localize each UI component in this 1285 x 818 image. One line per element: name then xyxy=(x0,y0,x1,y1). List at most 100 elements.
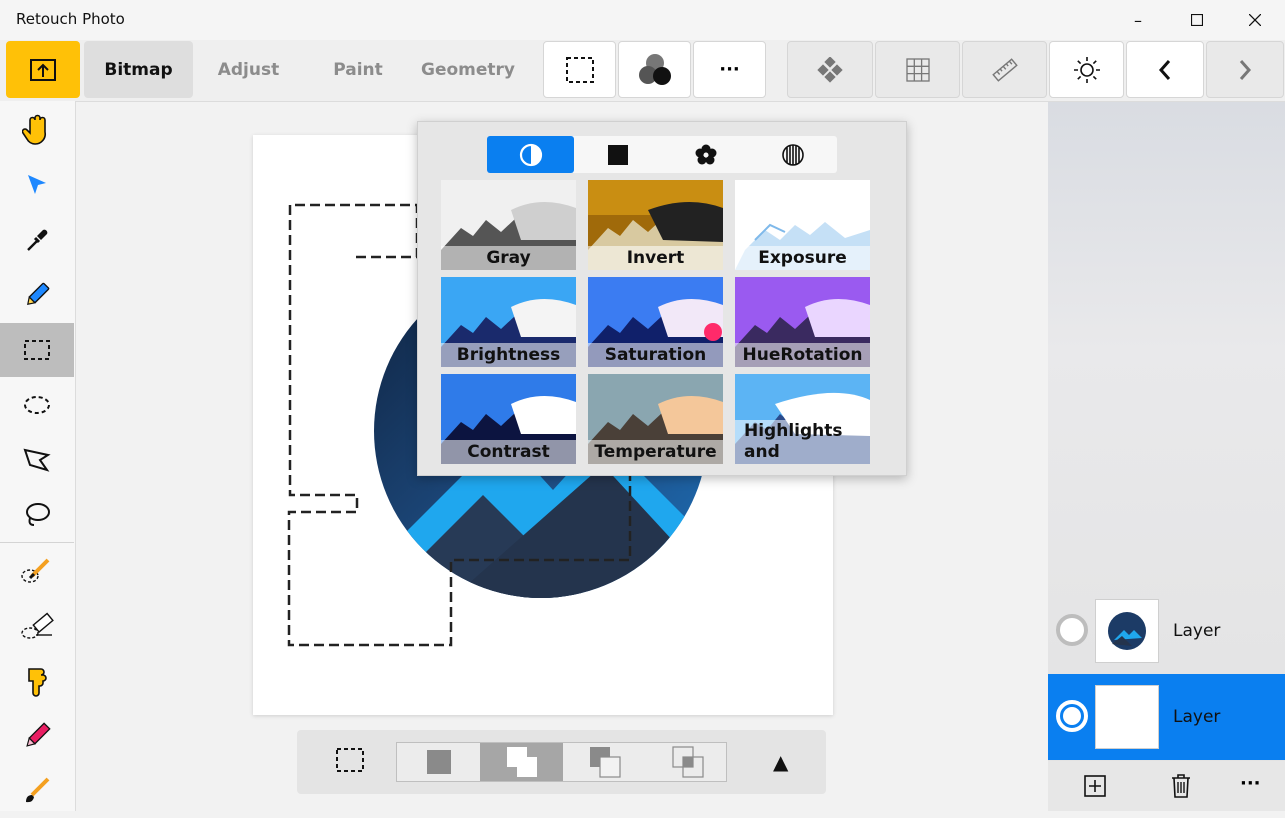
tab-adjust[interactable]: Adjust xyxy=(195,41,302,98)
layer-thumbnail xyxy=(1095,685,1159,749)
mode-new[interactable] xyxy=(397,743,480,781)
selection-brush-icon xyxy=(21,558,50,583)
selection-toggle-button[interactable] xyxy=(335,747,365,777)
ruler-button[interactable] xyxy=(962,41,1047,98)
window-title: Retouch Photo xyxy=(16,10,125,28)
blend-button[interactable] xyxy=(618,41,691,98)
filter-label: Contrast xyxy=(441,440,576,464)
layers-panel: Layer Layer ··· xyxy=(1048,102,1285,811)
pointing-finger-icon xyxy=(28,668,47,697)
filter-huerotation[interactable]: HueRotation xyxy=(735,277,870,367)
layer-name: Layer xyxy=(1173,707,1221,727)
layer-thumbnail xyxy=(1095,599,1159,663)
tab-effect-filters[interactable] xyxy=(662,136,749,173)
tool-select-pointer[interactable] xyxy=(0,158,74,212)
filter-brightness[interactable]: Brightness xyxy=(441,277,576,367)
mode-add[interactable] xyxy=(480,743,563,781)
add-layer-button[interactable] xyxy=(1084,775,1106,801)
tab-adjust-filters[interactable] xyxy=(487,136,574,173)
layer-more-button[interactable]: ··· xyxy=(1240,773,1261,794)
dashed-rect-icon xyxy=(24,340,50,360)
radio-dot xyxy=(1063,707,1081,725)
close-button[interactable] xyxy=(1226,0,1284,40)
filter-label: Saturation xyxy=(588,343,723,367)
adjust-icon xyxy=(519,143,542,166)
tool-finger-smudge[interactable] xyxy=(0,654,74,708)
tab-bitmap[interactable]: Bitmap xyxy=(84,41,193,98)
mode-intersect[interactable] xyxy=(646,743,729,781)
filters-popup: Gray Invert Exposure Brightness Saturati… xyxy=(417,121,907,476)
lasso-icon xyxy=(26,503,50,526)
ruler-icon xyxy=(991,57,1018,82)
dashed-rect-icon xyxy=(565,56,594,83)
eyedropper-icon xyxy=(27,229,48,251)
tool-brush-marker[interactable] xyxy=(0,268,74,322)
filter-saturation[interactable]: Saturation xyxy=(588,277,723,367)
undo-button[interactable] xyxy=(1126,41,1204,98)
export-icon xyxy=(30,58,56,81)
tab-geometry[interactable]: Geometry xyxy=(413,41,523,98)
collapse-button[interactable]: ▲ xyxy=(773,750,788,774)
maximize-button[interactable] xyxy=(1168,0,1226,40)
tool-rect-select[interactable] xyxy=(0,323,74,377)
square-icon xyxy=(426,750,451,774)
layer-visibility-toggle[interactable] xyxy=(1056,614,1088,646)
subtract-squares-icon xyxy=(589,747,621,778)
tool-ellipse-select[interactable] xyxy=(0,378,74,432)
square-icon xyxy=(607,144,628,165)
selection-eraser-icon xyxy=(21,612,54,639)
polygon-lasso-icon xyxy=(23,448,51,472)
tab-texture-filters[interactable] xyxy=(749,136,836,173)
union-squares-icon xyxy=(506,747,537,777)
filter-label-line2: and Shadows xyxy=(744,442,830,464)
filter-invert[interactable]: Invert xyxy=(588,180,723,270)
layer-name: Layer xyxy=(1173,621,1221,641)
pointer-arrow-icon xyxy=(28,175,46,194)
tool-selection-eraser[interactable] xyxy=(0,599,74,653)
filter-exposure[interactable]: Exposure xyxy=(735,180,870,270)
tool-eyedropper[interactable] xyxy=(0,213,74,267)
intersect-squares-icon xyxy=(671,746,704,778)
layer-visibility-toggle[interactable] xyxy=(1056,700,1088,732)
tab-fill-filters[interactable] xyxy=(574,136,661,173)
pencil-icon xyxy=(26,722,51,747)
tool-freehand-lasso[interactable] xyxy=(0,488,74,542)
tool-polygon-lasso[interactable] xyxy=(0,433,74,487)
selection-button[interactable] xyxy=(543,41,616,98)
redo-button[interactable] xyxy=(1206,41,1284,98)
chevron-left-icon xyxy=(1158,59,1171,80)
tab-paint[interactable]: Paint xyxy=(304,41,412,98)
home-button[interactable] xyxy=(6,41,80,98)
tools-divider xyxy=(0,542,74,543)
grid-icon xyxy=(905,57,930,82)
delete-layer-button[interactable] xyxy=(1170,773,1192,803)
mode-subtract[interactable] xyxy=(563,743,646,781)
maximize-icon xyxy=(1191,14,1203,26)
diamond-grid-icon xyxy=(817,56,843,83)
more-button[interactable]: ··· xyxy=(693,41,766,98)
filter-contrast[interactable]: Contrast xyxy=(441,374,576,464)
dashed-rect-icon xyxy=(336,748,364,772)
layer-preview xyxy=(1108,612,1146,650)
filter-temperature[interactable]: Temperature xyxy=(588,374,723,464)
filter-label: Highlights and Shadows xyxy=(735,420,870,464)
layer-item-selected[interactable]: Layer xyxy=(1048,674,1285,760)
filter-label: HueRotation xyxy=(735,343,870,367)
hand-icon xyxy=(22,114,46,145)
tool-paint-brush[interactable] xyxy=(0,764,74,818)
grid-button[interactable] xyxy=(875,41,960,98)
minimize-button[interactable]: – xyxy=(1109,0,1167,40)
filter-label: Gray xyxy=(441,246,576,270)
main-toolbar: Bitmap Adjust Paint Geometry ··· xyxy=(0,40,1285,102)
selection-mode-group xyxy=(396,742,727,782)
tool-hand[interactable] xyxy=(0,103,74,157)
flower-icon xyxy=(695,144,716,164)
filter-label: Temperature xyxy=(588,440,723,464)
layer-item[interactable]: Layer xyxy=(1048,588,1285,674)
tool-pencil[interactable] xyxy=(0,709,74,763)
filter-gray[interactable]: Gray xyxy=(441,180,576,270)
tool-selection-brush[interactable] xyxy=(0,544,74,598)
theme-button[interactable] xyxy=(1049,41,1124,98)
snap-button[interactable] xyxy=(787,41,873,98)
filter-highlights-shadows[interactable]: Highlights and Shadows xyxy=(735,374,870,464)
